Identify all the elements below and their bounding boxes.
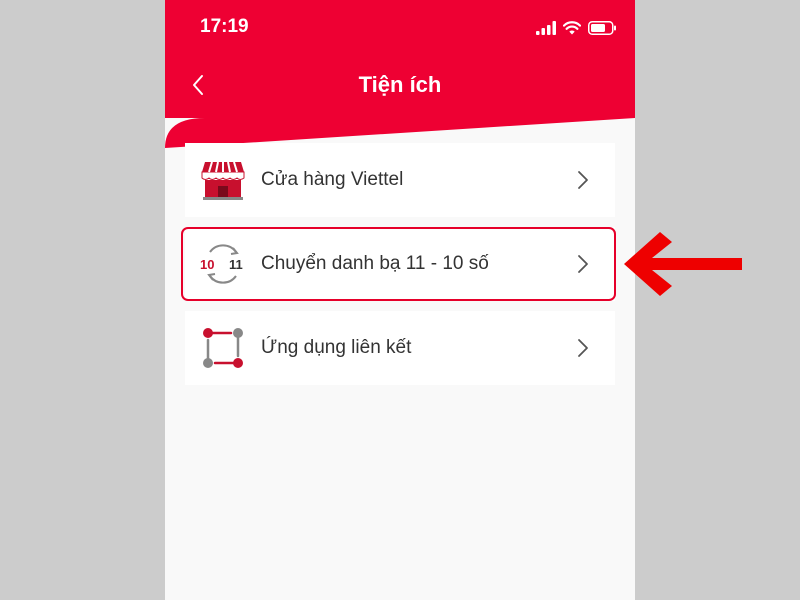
pointer-arrow-icon xyxy=(624,232,742,296)
chevron-right-icon xyxy=(573,254,593,274)
linked-apps-icon xyxy=(200,325,246,371)
store-icon xyxy=(200,157,246,203)
status-icons xyxy=(536,18,617,38)
chevron-right-icon xyxy=(573,338,593,358)
menu-item-label: Cửa hàng Viettel xyxy=(261,169,404,190)
wifi-icon xyxy=(563,21,581,35)
menu-item-store[interactable]: Cửa hàng Viettel xyxy=(185,143,615,217)
icon-text-11: 11 xyxy=(229,257,243,272)
battery-icon xyxy=(588,21,616,35)
chevron-right-icon xyxy=(573,170,593,190)
page-title: Tiện ích xyxy=(358,72,442,97)
menu-item-label: Ứng dụng liên kết xyxy=(261,337,412,358)
menu-item-contacts-convert[interactable]: 10 11 Chuyển danh bạ 11 - 10 số xyxy=(185,227,615,301)
menu-item-linked-apps[interactable]: Ứng dụng liên kết xyxy=(185,311,615,385)
menu-item-label: Chuyển danh bạ 11 - 10 số xyxy=(261,253,489,274)
phone-screen: 17:19 Tiện ích Cửa hàng Viettel 10 11 Ch… xyxy=(165,0,635,600)
signal-icon xyxy=(536,21,556,35)
contacts-convert-icon: 10 11 xyxy=(200,241,246,287)
icon-text-10: 10 xyxy=(200,257,214,272)
status-time: 17:19 xyxy=(200,16,249,37)
app-header: 17:19 Tiện ích xyxy=(165,0,635,118)
